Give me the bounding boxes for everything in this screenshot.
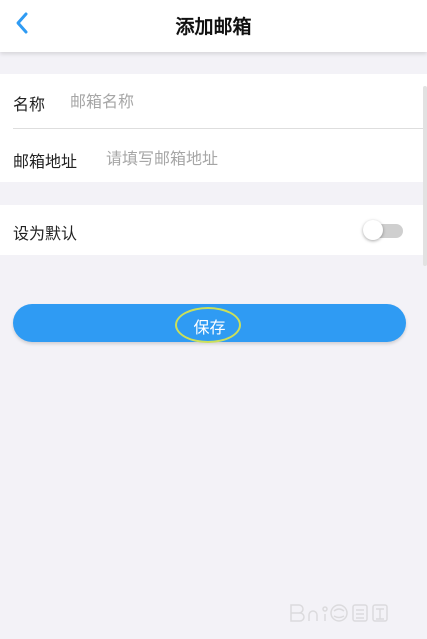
scrollbar[interactable] — [423, 86, 427, 266]
page-title: 添加邮箱 — [175, 16, 252, 38]
name-input[interactable] — [70, 86, 400, 116]
address-label: 邮箱地址 — [13, 152, 78, 171]
name-row: 名称 — [0, 74, 427, 129]
screen: 添加邮箱 名称 邮箱地址 设为默认 保存 — [0, 0, 427, 639]
default-toggle[interactable] — [363, 220, 403, 240]
address-input[interactable] — [106, 143, 406, 173]
top-nav-bar: 添加邮箱 — [0, 0, 427, 52]
save-button[interactable]: 保存 — [13, 304, 406, 343]
toggle-knob — [363, 220, 383, 240]
name-label: 名称 — [13, 95, 46, 114]
mailbox-form-card: 名称 邮箱地址 — [0, 74, 427, 182]
highlight-ring-annotation — [175, 307, 241, 343]
address-row: 邮箱地址 — [0, 129, 427, 183]
baidu-jingyan-logo — [290, 604, 388, 622]
default-setting-card: 设为默认 — [0, 205, 427, 255]
default-label: 设为默认 — [13, 224, 78, 243]
